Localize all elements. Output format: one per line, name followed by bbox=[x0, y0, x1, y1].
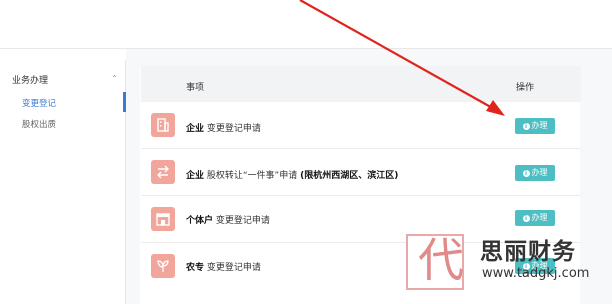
watermark-logo-glyph: 代 bbox=[418, 233, 464, 287]
arrow-head bbox=[486, 100, 505, 116]
arrow-shaft bbox=[299, 0, 497, 111]
watermark-title: 思丽财务 bbox=[480, 239, 576, 265]
watermark-url: www.tadgkj.com bbox=[482, 266, 590, 281]
